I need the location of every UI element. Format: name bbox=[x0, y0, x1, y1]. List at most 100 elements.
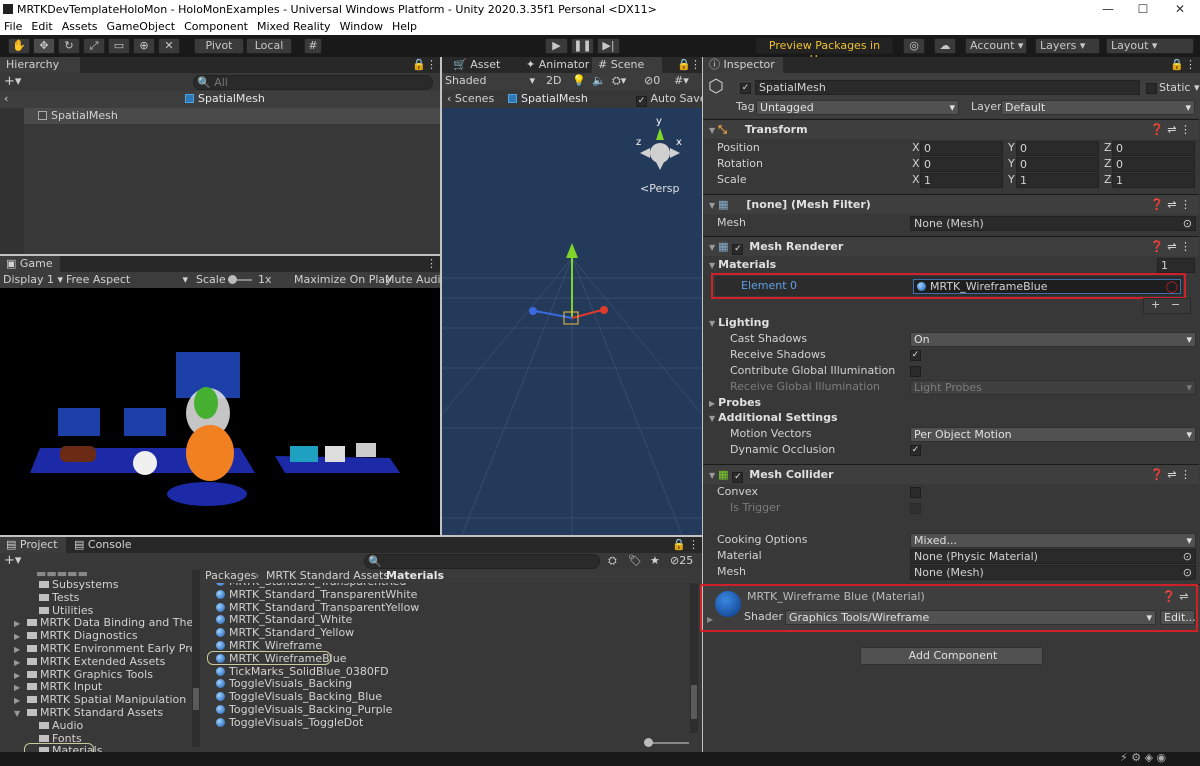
hierarchy-search-input[interactable]: 🔍 All bbox=[193, 75, 433, 90]
inspector-lock-icon[interactable]: 🔒 bbox=[1170, 57, 1184, 73]
cast-shadows-dropdown[interactable]: On ▾ bbox=[910, 332, 1196, 347]
back-arrow-icon[interactable]: ‹ bbox=[4, 91, 8, 107]
pause-button[interactable]: ❚❚ bbox=[571, 38, 594, 54]
create-add-icon[interactable]: +▾ bbox=[4, 74, 21, 90]
tree-item[interactable]: ▼ MRTK Standard Assets bbox=[0, 706, 163, 719]
tag-dropdown[interactable]: Untagged ▾ bbox=[756, 100, 959, 115]
mesh-filter-header[interactable]: ▼ ▦ [none] (Mesh Filter) ❓ ⇌ ⋮ bbox=[703, 194, 1199, 214]
lock-icon[interactable]: 🔒 bbox=[412, 57, 426, 73]
rot-field[interactable]: 0 bbox=[920, 157, 1003, 172]
tree-scrollbar-thumb[interactable] bbox=[193, 688, 199, 710]
step-button[interactable]: ▶| bbox=[597, 38, 620, 54]
file-item[interactable]: MRTK_Standard_Yellow bbox=[202, 626, 354, 639]
object-breadcrumb[interactable]: SpatialMesh bbox=[508, 91, 588, 107]
tab-asset-store[interactable]: 🛒 Asset Store bbox=[447, 57, 517, 87]
mesh-collider-header[interactable]: ▼ ▦ ✓ Mesh Collider ❓ ⇌ ⋮ bbox=[703, 464, 1199, 484]
scene-viewport[interactable] bbox=[442, 108, 702, 535]
object-picker-icon[interactable]: ⊙ bbox=[1183, 550, 1192, 563]
pos-field[interactable]: 0 bbox=[920, 141, 1003, 156]
menu-gameobject[interactable]: GameObject bbox=[107, 20, 176, 33]
file-item[interactable]: MRTK_WireframeBlue bbox=[202, 650, 346, 665]
file-item[interactable]: MRTK_Standard_TransparentWhite bbox=[202, 588, 417, 601]
breadcrumb-packages[interactable]: Packages bbox=[205, 568, 256, 584]
hidden-packages-count[interactable]: ⊘25 bbox=[670, 553, 693, 569]
local-toggle[interactable]: Local bbox=[246, 38, 292, 54]
scenes-breadcrumb[interactable]: ‹ Scenes bbox=[447, 91, 494, 107]
favorite-icon[interactable]: ★ bbox=[650, 553, 660, 569]
project-search-input[interactable]: 🔍 bbox=[364, 554, 600, 569]
preview-packages-button[interactable]: Preview Packages in Use ▾ bbox=[756, 38, 893, 66]
menu-edit[interactable]: Edit bbox=[31, 20, 52, 33]
scale-slider-handle[interactable] bbox=[228, 275, 237, 284]
status-icons[interactable]: ⚡ ⚙ ◈ ◉ bbox=[1120, 750, 1166, 766]
tree-item[interactable]: ▶ MRTK Graphics Tools bbox=[0, 668, 153, 681]
tree-item[interactable]: ▶ MRTK Extended Assets bbox=[0, 655, 165, 668]
tree-item[interactable]: ▶MRTK Environment Early Preview bbox=[0, 642, 200, 655]
maximize-button[interactable]: ☐ bbox=[1128, 0, 1158, 19]
cloud-icon[interactable]: ☁ bbox=[934, 38, 956, 54]
2d-toggle[interactable]: 2D bbox=[546, 73, 561, 89]
mesh-renderer-header[interactable]: ▼ ▦ ✓ Mesh Renderer ❓ ⇌ ⋮ bbox=[703, 236, 1199, 256]
tab-animator[interactable]: ✦ Animator bbox=[520, 57, 590, 73]
file-item[interactable]: ToggleVisuals_Backing_Purple bbox=[202, 703, 392, 716]
layout-dropdown[interactable]: Layout ▾ bbox=[1106, 38, 1194, 54]
grid-snap-icon[interactable]: # bbox=[304, 38, 322, 54]
collider-material-field[interactable]: None (Physic Material) ⊙ bbox=[910, 549, 1196, 564]
add-component-button[interactable]: Add Component bbox=[860, 647, 1043, 665]
file-item[interactable]: ToggleVisuals_ToggleDot bbox=[202, 716, 363, 729]
more-menu-icon[interactable]: ⋮ bbox=[426, 57, 437, 73]
static-checkbox[interactable] bbox=[1146, 83, 1157, 94]
project-add-icon[interactable]: +▾ bbox=[4, 553, 21, 569]
breadcrumb-mrtk-standard-assets[interactable]: MRTK Standard Assets bbox=[266, 568, 389, 584]
tree-item[interactable]: Subsystems bbox=[0, 578, 118, 591]
component-menu-icons[interactable]: ❓ ⇌ ⋮ bbox=[1150, 465, 1191, 484]
collab-icon[interactable]: ◎ bbox=[903, 38, 925, 54]
scene-more-icon[interactable]: ⋮ bbox=[690, 57, 701, 73]
file-item[interactable]: MRTK_Standard_TransparentYellow bbox=[202, 601, 419, 614]
tab-scene[interactable]: # Scene bbox=[592, 57, 662, 73]
game-more-icon[interactable]: ⋮ bbox=[426, 256, 437, 272]
hand-tool-icon[interactable]: ✋ bbox=[8, 38, 30, 54]
rect-tool-icon[interactable]: ▭ bbox=[108, 38, 130, 54]
collider-mesh-field[interactable]: None (Mesh) ⊙ bbox=[910, 565, 1196, 580]
tree-scrollbar[interactable] bbox=[192, 570, 200, 747]
component-menu-icons[interactable]: ❓ ⇌ ⋮ bbox=[1150, 120, 1191, 139]
object-active-checkbox[interactable]: ✓ bbox=[740, 83, 751, 94]
display-dropdown[interactable]: Display 1 ▾ bbox=[3, 272, 63, 288]
tree-item[interactable]: ▶ MRTK Input bbox=[0, 680, 102, 693]
mesh-renderer-enabled-checkbox[interactable]: ✓ bbox=[732, 244, 744, 255]
contribute-gi-checkbox[interactable] bbox=[910, 366, 921, 377]
tree-item[interactable]: Materials bbox=[0, 743, 102, 752]
shading-dropdown[interactable]: Shaded ▾ bbox=[445, 73, 535, 89]
tab-project[interactable]: ▤ Project bbox=[0, 537, 66, 553]
search-by-label-icon[interactable]: 🏷 bbox=[628, 553, 642, 569]
tree-item[interactable]: Tests bbox=[0, 591, 79, 604]
file-item[interactable]: MRTK_Standard_White bbox=[202, 613, 352, 626]
motion-vectors-dropdown[interactable]: Per Object Motion ▾ bbox=[910, 427, 1196, 442]
scl-field[interactable]: 1 bbox=[1112, 173, 1195, 188]
minimize-button[interactable]: — bbox=[1093, 0, 1123, 19]
object-picker-icon[interactable]: ⊙ bbox=[1183, 566, 1192, 579]
tab-console[interactable]: ▤ Console bbox=[68, 537, 138, 553]
rotate-tool-icon[interactable]: ↻ bbox=[58, 38, 80, 54]
inspector-more-icon[interactable]: ⋮ bbox=[1185, 57, 1196, 73]
scl-field[interactable]: 1 bbox=[1016, 173, 1099, 188]
static-dropdown[interactable]: Static ▾ bbox=[1159, 80, 1199, 96]
auto-save-toggle[interactable]: ✓ Auto Save bbox=[636, 91, 707, 107]
persp-label[interactable]: <Persp bbox=[640, 181, 679, 197]
rot-field[interactable]: 0 bbox=[1016, 157, 1099, 172]
component-menu-icons[interactable]: ❓ ⇌ ⋮ bbox=[1150, 237, 1191, 256]
menu-mixed-reality[interactable]: Mixed Reality bbox=[257, 20, 331, 33]
tree-item[interactable]: Utilities bbox=[0, 604, 93, 617]
project-lock-icon[interactable]: 🔒 bbox=[672, 537, 686, 553]
scl-field[interactable]: 1 bbox=[920, 173, 1003, 188]
menu-window[interactable]: Window bbox=[340, 20, 383, 33]
files-scrollbar-thumb[interactable] bbox=[691, 685, 697, 719]
object-picker-icon[interactable]: ⊙ bbox=[1183, 217, 1192, 230]
convex-checkbox[interactable] bbox=[910, 487, 921, 498]
scale-tool-icon[interactable]: ⤢ bbox=[83, 38, 105, 54]
receive-shadows-checkbox[interactable]: ✓ bbox=[910, 350, 921, 361]
mesh-collider-enabled-checkbox[interactable]: ✓ bbox=[732, 472, 744, 483]
lighting-foldout[interactable]: ▼ Lighting bbox=[709, 315, 769, 332]
lighting-toggle-icon[interactable]: 💡 bbox=[572, 73, 586, 89]
